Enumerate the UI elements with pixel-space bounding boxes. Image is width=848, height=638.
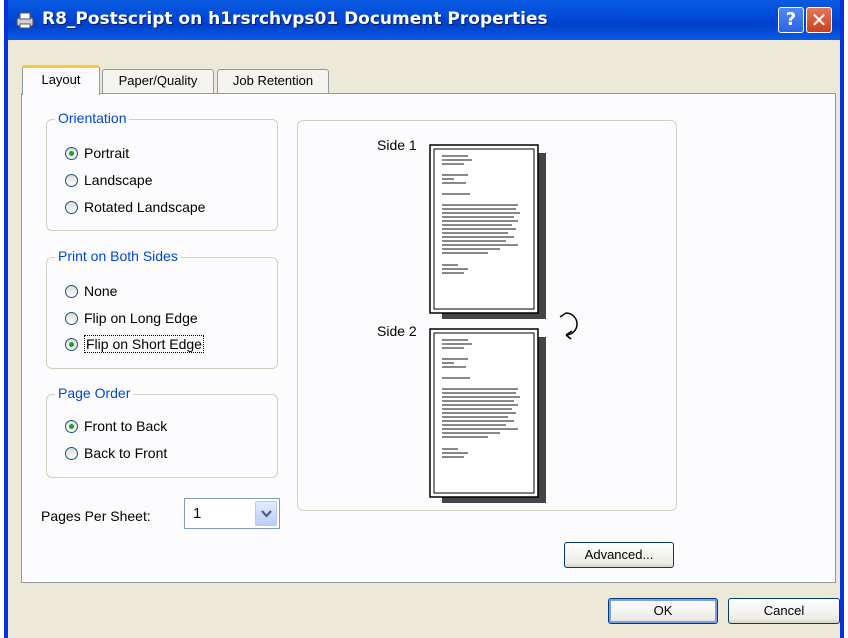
chevron-down-icon (261, 510, 272, 518)
flip-arrow-icon (559, 312, 578, 340)
orientation-group: Orientation Portrait Landscape Rotated L… (46, 110, 278, 231)
pages-per-sheet-select[interactable]: 1 (184, 498, 280, 529)
help-button[interactable]: ? (778, 7, 804, 33)
radio-back-to-front[interactable]: Back to Front (65, 442, 167, 464)
radio-label: Rotated Landscape (84, 199, 206, 215)
radio-label: Portrait (84, 145, 130, 161)
radio-button[interactable] (65, 337, 78, 351)
side-1-page-illustration (429, 144, 546, 319)
radio-button[interactable] (65, 446, 78, 460)
radio-button[interactable] (65, 200, 78, 214)
radio-landscape[interactable]: Landscape (65, 169, 153, 191)
radio-label: None (84, 283, 118, 299)
window-title: R8_Postscript on h1rsrchvps01 Document P… (42, 9, 548, 29)
radio-label: Landscape (84, 172, 153, 188)
tab-job-retention[interactable]: Job Retention (217, 69, 329, 93)
radio-button[interactable] (65, 419, 78, 433)
page-order-group-title: Page Order (55, 385, 134, 401)
dropdown-arrow-button[interactable] (255, 501, 277, 526)
radio-portrait[interactable]: Portrait (65, 142, 129, 164)
title-bar[interactable]: R8_Postscript on h1rsrchvps01 Document P… (8, 0, 840, 40)
radio-label: Flip on Short Edge (84, 335, 204, 353)
printer-icon (16, 12, 34, 29)
radio-button[interactable] (65, 284, 78, 298)
orientation-group-title: Orientation (55, 110, 130, 126)
radio-none[interactable]: None (65, 280, 117, 302)
pages-per-sheet-label: Pages Per Sheet: (41, 508, 151, 524)
radio-front-to-back[interactable]: Front to Back (65, 415, 167, 437)
dialog-window: R8_Postscript on h1rsrchvps01 Document P… (4, 0, 844, 638)
both-sides-group: Print on Both Sides None Flip on Long Ed… (46, 248, 278, 369)
radio-label: Front to Back (84, 418, 168, 434)
radio-rotated-landscape[interactable]: Rotated Landscape (65, 196, 205, 218)
radio-label: Back to Front (84, 445, 168, 461)
page-order-group: Page Order Front to Back Back to Front (46, 385, 278, 478)
tab-layout[interactable]: Layout (22, 65, 100, 95)
cancel-button[interactable]: Cancel (728, 598, 840, 624)
side-2-page-illustration (429, 328, 546, 503)
radio-button[interactable] (65, 311, 78, 325)
layout-preview: Side 1 Side 2 (297, 120, 677, 511)
radio-flip-long-edge[interactable]: Flip on Long Edge (65, 307, 198, 329)
radio-button[interactable] (65, 146, 78, 160)
radio-label: Flip on Long Edge (84, 310, 198, 326)
radio-button[interactable] (65, 173, 78, 187)
pages-per-sheet-value: 1 (193, 505, 202, 522)
side-2-label: Side 2 (377, 323, 417, 339)
side-1-label: Side 1 (377, 137, 417, 153)
close-button[interactable]: ✕ (806, 7, 832, 33)
ok-button[interactable]: OK (608, 598, 718, 624)
both-sides-group-title: Print on Both Sides (55, 248, 181, 264)
advanced-button[interactable]: Advanced... (564, 542, 674, 568)
tab-paper-quality[interactable]: Paper/Quality (102, 69, 214, 93)
radio-flip-short-edge[interactable]: Flip on Short Edge (65, 333, 204, 355)
